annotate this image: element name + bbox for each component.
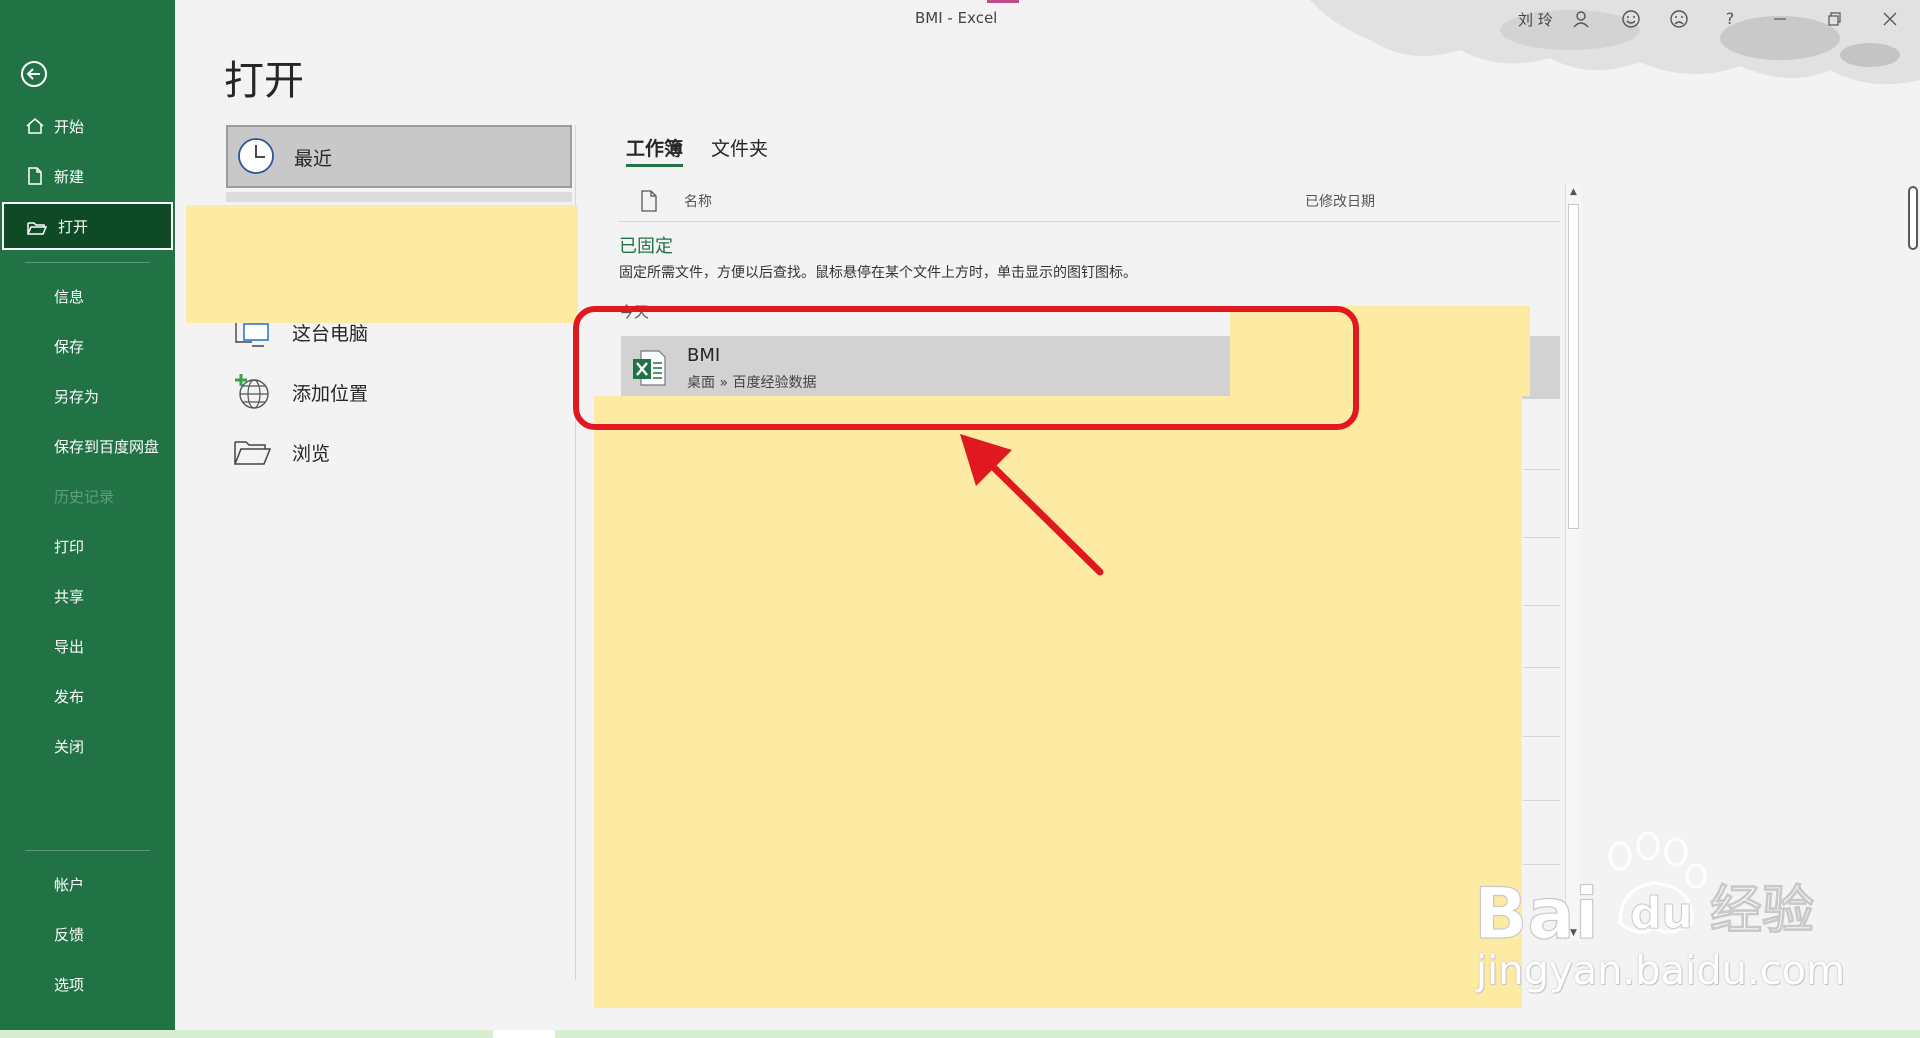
redaction-mask [186,205,578,323]
nav-open-label: 打开 [58,217,89,236]
nav-history-label: 历史记录 [54,487,115,506]
nav-print-label: 打印 [54,537,85,556]
title-accent [987,0,1019,3]
window-title: BMI - Excel [915,0,1019,27]
nav-info-label: 信息 [54,287,85,306]
smile-icon[interactable] [1620,8,1642,30]
new-document-icon [28,167,42,185]
restore-icon[interactable] [1823,8,1845,30]
nav-close-label: 关闭 [54,737,85,756]
row-divider [1523,736,1560,737]
status-bar [0,1030,1920,1038]
tab-workbooks[interactable]: 工作簿 [626,134,684,167]
sidebar-divider [25,262,150,263]
svg-text:经验: 经验 [1710,881,1814,941]
header-divider [618,221,1560,222]
svg-text:Bai: Bai [1474,873,1599,948]
close-icon[interactable] [1879,8,1901,30]
nav-info[interactable]: 信息 [0,272,175,320]
globe-add-icon [235,374,269,409]
column-header-name[interactable]: 名称 [684,191,712,211]
page-title: 打开 [224,58,304,104]
row-divider [1523,469,1560,470]
nav-feedback-label: 反馈 [54,925,85,944]
baidu-watermark-logo: Bai du 经验 [1473,831,1815,948]
svg-text:du: du [1630,888,1693,939]
location-browse[interactable]: 浏览 [226,426,572,476]
status-bar-segment [493,1030,555,1038]
tab-folders[interactable]: 文件夹 [711,134,768,161]
title-bar: BMI - Excel 刘 玲 ? [175,0,1920,40]
location-this-pc-label: 这台电脑 [292,323,369,345]
location-add-place[interactable]: 添加位置 [226,366,572,416]
pinned-section-title: 已固定 [619,236,673,257]
nav-save-to-baidu-label: 保存到百度网盘 [54,437,160,456]
minimize-icon[interactable] [1769,8,1791,30]
file-type-icon [641,190,657,212]
nav-new[interactable]: 新建 [0,152,175,200]
person-icon[interactable] [1570,8,1592,30]
page-scroll-thumb[interactable] [1908,186,1918,250]
home-icon [26,118,44,134]
nav-options-label: 选项 [54,975,85,994]
nav-options[interactable]: 选项 [0,960,175,1008]
nav-new-label: 新建 [54,167,85,186]
folder-icon [234,441,272,465]
nav-save-as-label: 另存为 [54,387,100,406]
nav-account-label: 帐户 [54,875,85,894]
nav-account[interactable]: 帐户 [0,860,175,908]
watermark-url: jingyan.baidu.com [1476,948,1846,994]
sidebar-divider [25,850,150,851]
pinned-section-description: 固定所需文件，方便以后查找。鼠标悬停在某个文件上方时，单击显示的图钉图标。 [619,265,1137,281]
location-add-place-label: 添加位置 [292,383,369,405]
frown-icon[interactable] [1668,8,1690,30]
column-header-modified[interactable]: 已修改日期 [1305,191,1375,211]
row-divider [1523,800,1560,801]
scroll-thumb[interactable] [1568,204,1579,529]
location-recent[interactable]: 最近 [226,125,572,188]
back-arrow-icon[interactable] [20,60,48,88]
location-recent-label: 最近 [294,148,333,170]
help-icon[interactable]: ? [1719,8,1741,30]
row-divider [1523,667,1560,668]
nav-save-to-baidu[interactable]: 保存到百度网盘 [0,422,175,470]
row-divider [1523,605,1560,606]
nav-print[interactable]: 打印 [0,522,175,570]
user-name[interactable]: 刘 玲 [1518,9,1553,30]
nav-share-label: 共享 [54,587,85,606]
nav-export[interactable]: 导出 [0,622,175,670]
row-divider [1523,537,1560,538]
backstage-sidebar: 开始 新建 打开 信息 保存 另存为 保存到百度网盘 历史记录 打印 共享 导出… [0,0,175,1030]
nav-feedback[interactable]: 反馈 [0,910,175,958]
clock-icon [238,138,274,174]
nav-save[interactable]: 保存 [0,322,175,370]
pointer-arrow-icon [960,434,1104,576]
open-folder-icon [27,222,48,235]
nav-home-label: 开始 [54,117,85,136]
nav-publish[interactable]: 发布 [0,672,175,720]
location-partial-item [226,192,572,202]
nav-open[interactable]: 打开 [2,202,173,250]
nav-publish-label: 发布 [54,687,85,706]
highlight-box [573,306,1359,430]
nav-save-label: 保存 [54,337,85,356]
nav-export-label: 导出 [54,637,85,656]
nav-share[interactable]: 共享 [0,572,175,620]
location-browse-label: 浏览 [292,443,331,465]
scroll-up-arrow-icon[interactable]: ▲ [1566,184,1581,200]
nav-close[interactable]: 关闭 [0,722,175,770]
nav-history: 历史记录 [0,472,175,520]
nav-save-as[interactable]: 另存为 [0,372,175,420]
nav-home[interactable]: 开始 [0,102,175,150]
